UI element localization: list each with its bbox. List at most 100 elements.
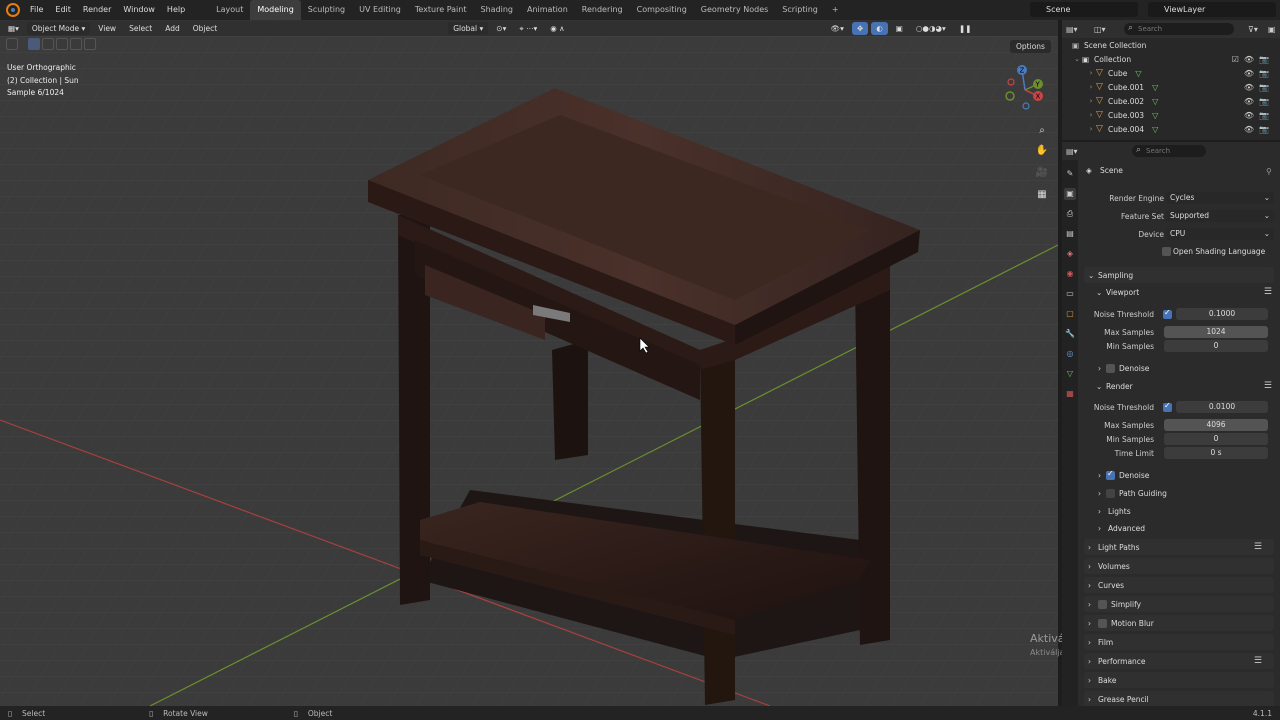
expand-chevron-icon[interactable]: › xyxy=(1086,69,1096,77)
vp-denoise-subpanel[interactable]: › Denoise xyxy=(1098,364,1149,373)
grease-pencil-panel-header[interactable]: › Grease Pencil xyxy=(1084,691,1274,707)
r-min-samples-field[interactable]: 0 xyxy=(1164,433,1268,445)
expand-chevron-icon[interactable]: › xyxy=(1086,111,1096,119)
tool-tab-icon[interactable]: ✎ xyxy=(1064,168,1076,180)
expand-chevron-icon[interactable]: › xyxy=(1086,97,1096,105)
select-tool-icon[interactable] xyxy=(6,38,18,50)
menu-add[interactable]: Add xyxy=(160,22,185,35)
presets-list-icon[interactable]: ☰ xyxy=(1254,542,1262,552)
vp-max-samples-field[interactable]: 1024 xyxy=(1164,326,1268,338)
tab-shading[interactable]: Shading xyxy=(473,0,520,20)
menu-object[interactable]: Object xyxy=(188,22,222,35)
select-mode-new-icon[interactable] xyxy=(28,38,40,50)
view-layer-tab-icon[interactable]: ▤ xyxy=(1064,228,1076,240)
list-item[interactable]: › ▽ Cube ▽ 👁📷 xyxy=(1062,66,1280,80)
gizmo-toggle-icon[interactable]: ✥ xyxy=(851,21,869,35)
vp-noise-threshold-field[interactable]: 0.1000 xyxy=(1176,308,1268,320)
motion-blur-panel-header[interactable]: › Motion Blur xyxy=(1084,615,1274,631)
editor-type-icon[interactable]: ▦▾ xyxy=(3,22,24,35)
pin-icon[interactable]: ⚲ xyxy=(1266,167,1272,176)
list-item[interactable]: › ▽ Cube.004 ▽ 👁📷 xyxy=(1062,122,1280,136)
outliner-editor-type-icon[interactable]: ▤▾ xyxy=(1066,25,1094,34)
material-tab-icon[interactable]: ▦ xyxy=(1064,388,1076,400)
osl-checkbox[interactable] xyxy=(1162,247,1171,256)
sampling-panel-header[interactable]: ⌄ Sampling xyxy=(1084,267,1274,283)
select-mode-subtract-icon[interactable] xyxy=(56,38,68,50)
pivot-icon[interactable]: ⊙▾ xyxy=(491,22,511,35)
simplify-panel-header[interactable]: › Simplify xyxy=(1084,596,1274,612)
expand-chevron-icon[interactable]: ⌄ xyxy=(1072,55,1082,63)
list-item[interactable]: › ▽ Cube.002 ▽ 👁📷 xyxy=(1062,94,1280,108)
presets-list-icon[interactable]: ☰ xyxy=(1264,381,1272,391)
menu-view[interactable]: View xyxy=(93,22,121,35)
new-collection-icon[interactable]: ▣ xyxy=(1268,25,1276,34)
transform-orientation[interactable]: Global ▾ xyxy=(448,21,489,35)
menu-file[interactable]: File xyxy=(24,0,49,20)
film-panel-header[interactable]: › Film xyxy=(1084,634,1274,650)
vp-noise-threshold-checkbox[interactable] xyxy=(1163,308,1172,319)
r-noise-threshold-field[interactable]: 0.0100 xyxy=(1176,401,1268,413)
world-tab-icon[interactable]: ◉ xyxy=(1064,268,1076,280)
physics-tab-icon[interactable]: ◎ xyxy=(1064,348,1076,360)
tab-geometry-nodes[interactable]: Geometry Nodes xyxy=(694,0,775,20)
blender-logo-icon[interactable] xyxy=(6,3,20,17)
properties-editor-type-icon[interactable]: ▤▾ xyxy=(1062,147,1090,156)
r-time-limit-field[interactable]: 0 s xyxy=(1164,447,1268,459)
select-mode-extend-icon[interactable] xyxy=(42,38,54,50)
bake-panel-header[interactable]: › Bake xyxy=(1084,672,1274,688)
xray-icon[interactable]: ▣ xyxy=(891,22,908,35)
expand-chevron-icon[interactable]: › xyxy=(1086,83,1096,91)
visibility-icons[interactable]: 👁📷 xyxy=(1244,69,1274,78)
device-dropdown[interactable]: CPU ⌄ xyxy=(1166,228,1274,240)
data-tab-icon[interactable]: ▽ xyxy=(1064,368,1076,380)
volumes-panel-header[interactable]: › Volumes xyxy=(1084,558,1274,574)
r-max-samples-field[interactable]: 4096 xyxy=(1164,419,1268,431)
select-mode-invert-icon[interactable] xyxy=(70,38,82,50)
lights-subpanel[interactable]: › Lights xyxy=(1098,507,1131,516)
scene-selector[interactable]: Scene xyxy=(1030,2,1138,17)
list-item[interactable]: › ▽ Cube.001 ▽ 👁📷 xyxy=(1062,80,1280,94)
mode-selector[interactable]: Object Mode ▾ xyxy=(26,21,91,35)
vp-denoise-checkbox[interactable] xyxy=(1106,364,1115,373)
simplify-checkbox[interactable] xyxy=(1098,599,1107,609)
view-layer-selector[interactable]: ViewLayer xyxy=(1148,2,1276,17)
visibility-icons[interactable]: 👁📷 xyxy=(1244,97,1274,106)
menu-edit[interactable]: Edit xyxy=(49,0,77,20)
expand-chevron-icon[interactable]: › xyxy=(1086,125,1096,133)
light-paths-panel-header[interactable]: › Light Paths ☰ xyxy=(1084,539,1274,555)
tab-texture-paint[interactable]: Texture Paint xyxy=(408,0,474,20)
add-workspace-button[interactable]: + xyxy=(825,0,846,20)
ortho-toggle-icon[interactable]: ▦ xyxy=(1034,186,1050,202)
collection-tab-icon[interactable]: ▭ xyxy=(1064,288,1076,300)
visibility-icons[interactable]: 👁📷 xyxy=(1244,125,1274,134)
3d-viewport[interactable] xyxy=(0,20,1058,706)
collection-visibility-icons[interactable]: ☑👁📷 xyxy=(1232,55,1274,64)
menu-window[interactable]: Window xyxy=(117,0,161,20)
vp-min-samples-field[interactable]: 0 xyxy=(1164,340,1268,352)
pan-hand-icon[interactable]: ✋ xyxy=(1034,142,1050,158)
menu-render[interactable]: Render xyxy=(77,0,117,20)
zoom-icon[interactable]: ⌕ xyxy=(1034,122,1050,138)
collection-row[interactable]: ⌄ ▣ Collection ☑👁📷 xyxy=(1062,52,1280,66)
tab-animation[interactable]: Animation xyxy=(520,0,575,20)
select-mode-intersect-icon[interactable] xyxy=(84,38,96,50)
advanced-subpanel[interactable]: › Advanced xyxy=(1098,524,1145,533)
snap-icon[interactable]: ⌖ ⋯▾ xyxy=(514,22,542,35)
display-mode-icon[interactable]: ◫▾ xyxy=(1094,25,1124,34)
r-denoise-checkbox[interactable] xyxy=(1106,469,1115,480)
r-noise-threshold-checkbox[interactable] xyxy=(1163,401,1172,412)
properties-search-input[interactable]: Search xyxy=(1132,144,1206,157)
visibility-icons[interactable]: 👁📷 xyxy=(1244,83,1274,92)
visibility-icon[interactable]: 👁▾ xyxy=(826,22,849,35)
motion-blur-checkbox[interactable] xyxy=(1098,618,1107,628)
filter-icon[interactable]: ⊽▾ xyxy=(1248,25,1258,34)
presets-list-icon[interactable]: ☰ xyxy=(1254,656,1262,666)
tab-layout[interactable]: Layout xyxy=(209,0,250,20)
tab-scripting[interactable]: Scripting xyxy=(775,0,825,20)
presets-list-icon[interactable]: ☰ xyxy=(1264,287,1272,297)
shading-modes-icon[interactable]: ○●◑◕▾ xyxy=(911,22,951,35)
outliner-search-input[interactable]: Search xyxy=(1124,22,1234,35)
path-guiding-checkbox[interactable] xyxy=(1106,489,1115,498)
tab-modeling[interactable]: Modeling xyxy=(250,0,301,20)
menu-select[interactable]: Select xyxy=(124,22,157,35)
